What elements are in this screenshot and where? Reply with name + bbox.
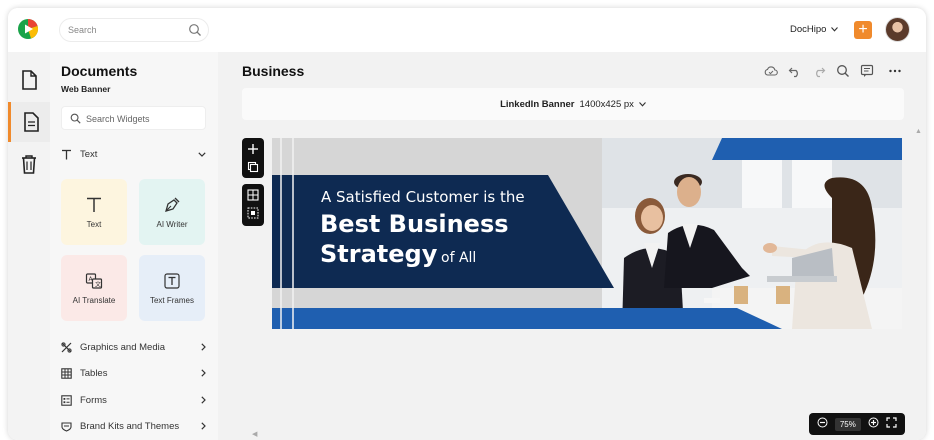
rail-documents-button[interactable]: [8, 60, 50, 100]
chevron-right-icon: [201, 396, 206, 404]
chevron-right-icon: [201, 369, 206, 377]
category-tables[interactable]: Tables: [61, 366, 206, 380]
duplicate-page-icon[interactable]: [247, 160, 259, 178]
document-title[interactable]: Business: [242, 63, 304, 79]
page-size-dimensions: 1400x425 px: [579, 98, 634, 110]
search-placeholder: Search: [68, 25, 97, 35]
widget-card-ai-writer[interactable]: AI Writer: [139, 179, 205, 245]
brand-kit-icon: [61, 421, 72, 432]
page-toolbar: [242, 138, 264, 178]
rail-widgets-button[interactable]: [8, 102, 50, 142]
widget-card-ai-translate[interactable]: A文 AI Translate: [61, 255, 127, 321]
avatar[interactable]: [885, 17, 910, 42]
business-meeting-photo: [602, 138, 902, 329]
add-page-icon[interactable]: [247, 142, 259, 160]
trash-icon: [22, 155, 36, 174]
widget-card-label: Text: [86, 219, 102, 229]
chevron-right-icon: [201, 422, 206, 430]
search-icon: [70, 113, 81, 124]
zoom-in-icon[interactable]: [868, 415, 879, 433]
page-size-selector[interactable]: LinkedIn Banner 1400x425 px: [242, 88, 904, 120]
global-search-input[interactable]: Search: [59, 18, 209, 42]
text-t-icon: [62, 149, 71, 159]
comments-icon[interactable]: [860, 64, 874, 78]
top-bar: Search DocHipo +: [8, 8, 926, 52]
pen-nib-icon: [165, 197, 180, 212]
svg-text:文: 文: [95, 280, 101, 288]
create-new-button[interactable]: +: [854, 21, 872, 39]
fullscreen-icon[interactable]: [886, 415, 897, 433]
text-t-icon: [87, 197, 101, 212]
chevron-down-icon: [198, 151, 206, 157]
user-menu[interactable]: DocHipo: [790, 24, 839, 35]
banner-line-3a[interactable]: Strategy: [320, 240, 438, 268]
linkedin-banner: A Satisfied Customer is the Best Busines…: [272, 138, 902, 329]
category-label: Graphics and Media: [80, 341, 166, 353]
widget-card-label: AI Translate: [72, 295, 116, 305]
rail-trash-button[interactable]: [8, 144, 50, 184]
zoom-out-icon[interactable]: [817, 415, 828, 433]
text-section-toggle[interactable]: Text: [61, 147, 206, 161]
banner-line-3b[interactable]: of All: [441, 250, 476, 266]
scrollbar-up-arrow[interactable]: ▲: [915, 128, 922, 135]
icon-rail: [8, 52, 50, 440]
widget-card-text[interactable]: Text: [61, 179, 127, 245]
zoom-control: 75%: [809, 413, 905, 435]
dochipo-logo-icon[interactable]: [17, 18, 39, 40]
widget-card-text-frames[interactable]: Text Frames: [139, 255, 205, 321]
app-window: Search DocHipo + Documents Web Banner Se…: [8, 8, 926, 440]
graphics-icon: [61, 341, 72, 353]
widgets-panel: Documents Web Banner Search Widgets Text…: [50, 52, 218, 440]
text-frame-icon: [164, 272, 180, 289]
user-name: DocHipo: [790, 24, 827, 35]
layout-toolbar: [242, 184, 264, 226]
translate-icon: A文: [85, 272, 103, 289]
panel-title: Documents: [61, 63, 138, 79]
cloud-save-icon[interactable]: [764, 64, 778, 78]
table-icon: [61, 367, 72, 379]
widget-search-placeholder: Search Widgets: [86, 114, 150, 124]
category-forms[interactable]: Forms: [61, 393, 206, 407]
category-brand-kits-and-themes[interactable]: Brand Kits and Themes: [61, 419, 206, 433]
category-label: Brand Kits and Themes: [80, 420, 180, 432]
widget-card-label: AI Writer: [156, 219, 188, 229]
editor-area: Business LinkedIn Banner 1400x425 px A S…: [218, 52, 926, 440]
banner-line-2[interactable]: Best Business: [320, 210, 509, 238]
category-label: Forms: [80, 394, 107, 406]
page-lines-icon: [23, 112, 39, 132]
grid-layout-icon[interactable]: [247, 188, 259, 206]
scrollbar-left-arrow[interactable]: ◀: [252, 430, 257, 438]
chevron-right-icon: [201, 343, 206, 351]
widget-search-input[interactable]: Search Widgets: [61, 106, 206, 130]
zoom-level[interactable]: 75%: [834, 417, 861, 431]
search-icon[interactable]: [836, 64, 850, 78]
design-canvas[interactable]: A Satisfied Customer is the Best Busines…: [272, 138, 902, 329]
panel-subtitle: Web Banner: [61, 84, 111, 94]
document-icon: [22, 70, 37, 90]
select-area-icon[interactable]: [247, 206, 259, 224]
redo-icon[interactable]: [812, 64, 826, 78]
banner-line-1[interactable]: A Satisfied Customer is the: [321, 188, 525, 206]
undo-icon[interactable]: [788, 64, 802, 78]
widget-card-label: Text Frames: [149, 295, 194, 305]
search-icon[interactable]: [188, 23, 202, 37]
category-graphics-and-media[interactable]: Graphics and Media: [61, 340, 206, 354]
editor-toolbar: [764, 64, 902, 78]
page-size-name: LinkedIn Banner: [500, 98, 575, 110]
category-label: Tables: [80, 367, 108, 379]
form-icon: [61, 394, 72, 406]
chevron-down-icon: [639, 101, 646, 107]
more-options-icon[interactable]: [888, 64, 902, 78]
chevron-down-icon: [831, 27, 839, 32]
text-section-label: Text: [80, 148, 98, 160]
